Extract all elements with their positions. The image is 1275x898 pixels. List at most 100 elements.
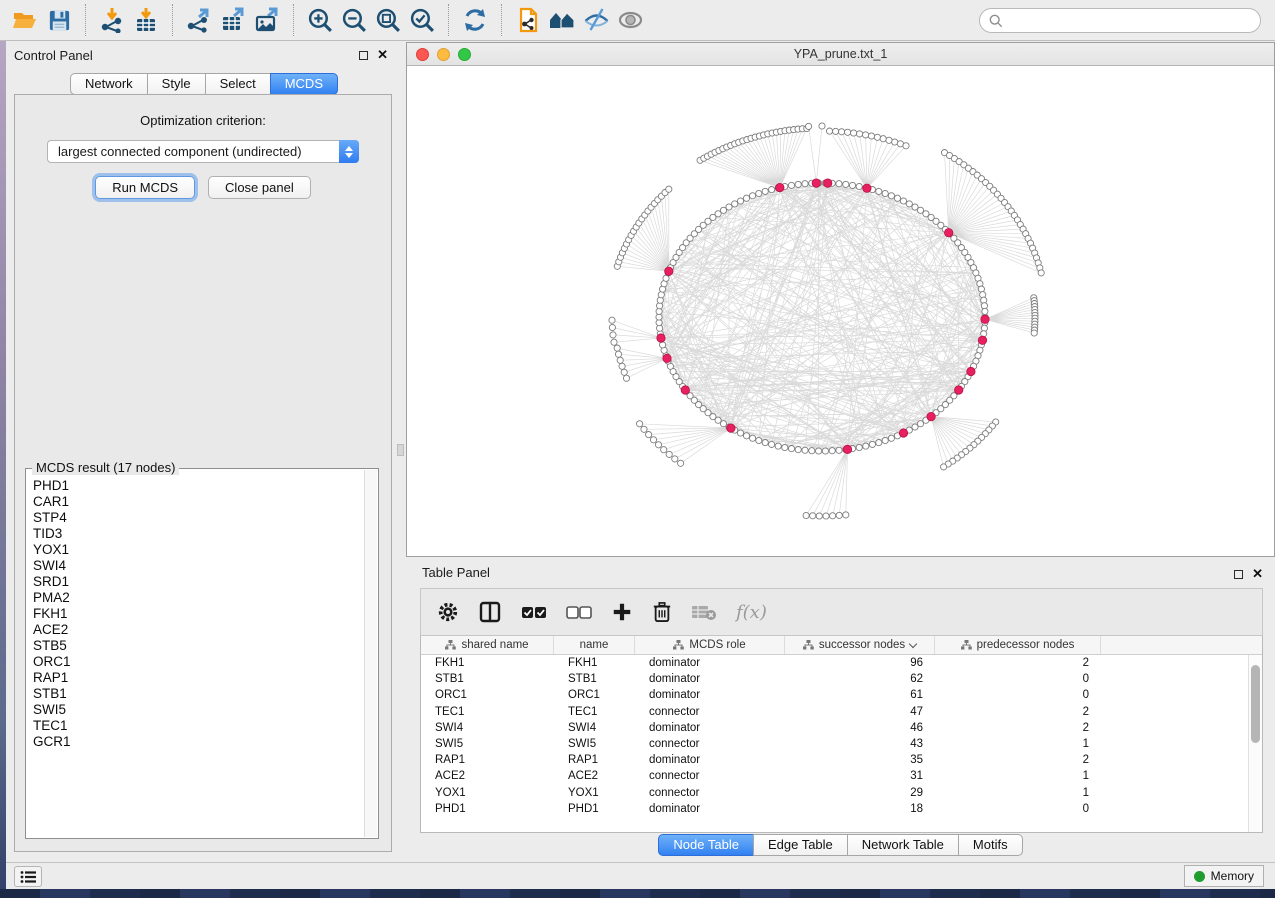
table-cell[interactable]: YOX1 <box>554 787 635 799</box>
mcds-network-node[interactable] <box>665 267 673 275</box>
mcds-result-item[interactable]: SWI4 <box>33 558 363 574</box>
network-leaf-node[interactable] <box>621 369 627 375</box>
network-leaf-node[interactable] <box>843 512 849 518</box>
table-cell[interactable]: 96 <box>785 657 935 669</box>
table-scrollbar-thumb[interactable] <box>1251 665 1260 743</box>
network-node[interactable] <box>743 433 749 439</box>
network-node[interactable] <box>743 195 749 201</box>
network-leaf-node[interactable] <box>619 363 625 369</box>
column-header-name[interactable]: name <box>554 636 635 654</box>
network-leaf-node[interactable] <box>833 128 839 134</box>
delete-table-button[interactable] <box>691 603 717 621</box>
column-header-successor-nodes[interactable]: successor nodes <box>785 636 935 654</box>
network-leaf-node[interactable] <box>823 513 829 519</box>
table-cell[interactable]: 46 <box>785 722 935 734</box>
zoom-out-button[interactable] <box>337 4 371 36</box>
mcds-result-item[interactable]: TID3 <box>33 526 363 542</box>
table-cell[interactable]: ACE2 <box>554 770 635 782</box>
table-cell[interactable]: 0 <box>935 673 1101 685</box>
network-leaf-node[interactable] <box>941 464 947 470</box>
network-node[interactable] <box>726 204 732 210</box>
network-leaf-node[interactable] <box>661 447 667 453</box>
network-node[interactable] <box>912 424 918 430</box>
table-cell[interactable]: STB1 <box>554 673 635 685</box>
table-row[interactable]: TEC1TEC1connector472 <box>421 704 1262 720</box>
table-cell[interactable]: 1 <box>935 770 1101 782</box>
network-node[interactable] <box>856 444 862 450</box>
table-cell[interactable]: dominator <box>635 673 785 685</box>
mcds-network-node[interactable] <box>681 386 689 394</box>
network-leaf-node[interactable] <box>615 351 621 357</box>
table-cell[interactable]: SWI5 <box>421 738 554 750</box>
open-session-button[interactable] <box>8 4 42 36</box>
network-node[interactable] <box>737 198 743 204</box>
table-cell[interactable]: dominator <box>635 722 785 734</box>
table-cell[interactable]: ORC1 <box>421 689 554 701</box>
tab-network[interactable]: Network <box>70 73 148 95</box>
network-node[interactable] <box>795 447 801 453</box>
mcds-network-node[interactable] <box>978 336 986 344</box>
maximize-window-icon[interactable] <box>458 48 471 61</box>
network-node[interactable] <box>906 201 912 207</box>
network-leaf-node[interactable] <box>637 421 643 427</box>
table-cell[interactable]: 47 <box>785 706 935 718</box>
network-leaf-node[interactable] <box>609 324 615 330</box>
criterion-dropdown[interactable]: largest connected component (undirected) <box>47 140 359 163</box>
table-row[interactable]: YOX1YOX1connector291 <box>421 785 1262 801</box>
save-session-button[interactable] <box>42 4 76 36</box>
close-panel-icon[interactable]: ✕ <box>1252 565 1263 583</box>
table-cell[interactable]: PHD1 <box>421 803 554 815</box>
network-leaf-node[interactable] <box>803 512 809 518</box>
mcds-result-list[interactable]: PHD1CAR1STP4TID3YOX1SWI4SRD1PMA2FKH1ACE2… <box>27 472 363 837</box>
table-row[interactable]: RAP1RAP1dominator352 <box>421 752 1262 768</box>
column-header-MCDS-role[interactable]: MCDS role <box>635 636 785 654</box>
network-leaf-node[interactable] <box>880 136 886 142</box>
network-node[interactable] <box>816 448 822 454</box>
run-mcds-button[interactable]: Run MCDS <box>95 176 195 199</box>
network-leaf-node[interactable] <box>646 432 652 438</box>
mcds-network-node[interactable] <box>899 429 907 437</box>
search-input[interactable] <box>1003 13 1251 29</box>
show-columns-button[interactable] <box>478 600 502 624</box>
network-node[interactable] <box>894 195 900 201</box>
delete-column-button[interactable] <box>652 601 672 623</box>
network-node[interactable] <box>982 308 988 314</box>
mcds-network-node[interactable] <box>927 412 935 420</box>
table-cell[interactable]: TEC1 <box>421 706 554 718</box>
mcds-result-item[interactable]: ORC1 <box>33 654 363 670</box>
network-node[interactable] <box>750 193 756 199</box>
table-cell[interactable]: 31 <box>785 770 935 782</box>
network-node[interactable] <box>888 435 894 441</box>
import-table-button[interactable] <box>129 4 163 36</box>
table-cell[interactable]: ORC1 <box>554 689 635 701</box>
table-options-button[interactable] <box>437 601 459 623</box>
mcds-result-item[interactable]: PMA2 <box>33 590 363 606</box>
network-node[interactable] <box>762 188 768 194</box>
export-image-button[interactable] <box>250 4 284 36</box>
network-leaf-node[interactable] <box>666 186 672 192</box>
mcds-result-item[interactable]: TEC1 <box>33 718 363 734</box>
network-leaf-node[interactable] <box>678 460 684 466</box>
zoom-in-button[interactable] <box>303 4 337 36</box>
mcds-list-scrollbar[interactable] <box>364 470 377 837</box>
hide-selected-button[interactable] <box>579 4 613 36</box>
tab-edge-table[interactable]: Edge Table <box>753 834 848 856</box>
table-cell[interactable]: 0 <box>935 689 1101 701</box>
network-leaf-node[interactable] <box>836 512 842 518</box>
table-cell[interactable]: SWI4 <box>421 722 554 734</box>
table-cell[interactable]: dominator <box>635 657 785 669</box>
mcds-network-node[interactable] <box>727 424 735 432</box>
search-field[interactable] <box>979 8 1261 33</box>
table-cell[interactable]: 2 <box>935 706 1101 718</box>
network-node[interactable] <box>888 193 894 199</box>
network-leaf-node[interactable] <box>623 375 629 381</box>
network-node[interactable] <box>829 448 835 454</box>
table-row[interactable]: ORC1ORC1dominator610 <box>421 687 1262 703</box>
table-cell[interactable]: connector <box>635 706 785 718</box>
close-panel-icon[interactable]: ✕ <box>377 46 388 64</box>
network-node[interactable] <box>836 181 842 187</box>
table-row[interactable]: FKH1FKH1dominator962 <box>421 655 1262 671</box>
network-leaf-node[interactable] <box>1031 330 1037 336</box>
task-history-button[interactable] <box>14 866 42 887</box>
mcds-network-node[interactable] <box>663 354 671 362</box>
